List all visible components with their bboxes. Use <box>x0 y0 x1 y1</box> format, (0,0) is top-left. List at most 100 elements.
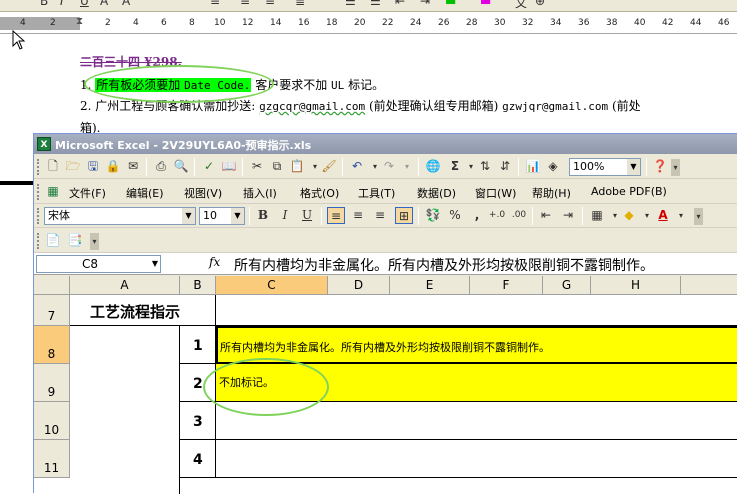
column-header-h[interactable]: H <box>591 276 681 295</box>
column-header-g[interactable]: G <box>543 276 591 295</box>
menu-edit[interactable]: 编辑(E) <box>126 185 164 201</box>
menu-view[interactable]: 视图(V) <box>184 185 222 201</box>
excel-doc-icon[interactable]: ▦ <box>44 183 62 200</box>
indent-marker-icon[interactable]: ⧗ <box>76 16 83 27</box>
toolbar-options-icon[interactable]: ▾ <box>694 208 703 225</box>
column-header-c[interactable]: C <box>216 276 328 295</box>
word-document[interactable]: 二百三十四 ¥298. 1. 所有板必须要加 Date Code. 客户要求不加… <box>0 35 737 135</box>
font-name-select[interactable]: 宋体 ▼ <box>44 207 196 225</box>
outdent-icon[interactable]: ⇤ <box>395 0 405 8</box>
print-icon[interactable]: ⎙ <box>152 158 170 175</box>
toolbar-options-icon[interactable]: ▾ <box>90 233 99 250</box>
email-link-1[interactable]: gzgcqr@gmail.com <box>259 100 365 113</box>
phonetic-icon[interactable]: 文 <box>515 0 527 11</box>
open-icon[interactable]: 🗁 <box>64 158 82 175</box>
text-color-icon[interactable]: A <box>654 207 672 224</box>
menu-insert[interactable]: 插入(I) <box>243 185 277 201</box>
menu-adobe-pdf[interactable]: Adobe PDF(B) <box>591 185 667 198</box>
cell-c7[interactable] <box>216 295 737 326</box>
permission-icon[interactable]: 🔒 <box>104 158 122 175</box>
formula-input[interactable]: 所有内槽均为非金属化。所有内槽及外形均按极限削铜不露铜制作。 <box>234 255 654 275</box>
menu-format[interactable]: 格式(O) <box>300 185 339 201</box>
bold-button-icon[interactable]: B <box>254 207 272 224</box>
bullets-icon[interactable]: ☰ <box>370 0 381 8</box>
align-right-button-icon[interactable]: ≡ <box>371 207 389 224</box>
column-header-i[interactable] <box>681 276 737 295</box>
zoom-select[interactable]: 100% ▼ <box>569 158 641 176</box>
underline-button-icon[interactable]: U <box>298 207 316 224</box>
align-right-icon[interactable]: ≡ <box>265 0 275 8</box>
column-header-a[interactable]: A <box>70 276 180 295</box>
bold-icon[interactable]: B <box>40 0 48 8</box>
menu-window[interactable]: 窗口(W) <box>475 185 516 201</box>
chevron-down-icon[interactable]: ▼ <box>231 208 244 224</box>
toolbar-grip[interactable] <box>37 233 40 249</box>
excel-app-icon[interactable]: X <box>37 137 51 151</box>
redo-dropdown-icon[interactable]: ▾ <box>398 158 416 175</box>
name-box[interactable]: C8 ▼ <box>36 255 161 273</box>
word-font-color-icon[interactable]: ▬ <box>480 0 491 8</box>
column-header-b[interactable]: B <box>180 276 216 295</box>
save-icon[interactable]: 🖫 <box>84 158 102 175</box>
align-center-button-icon[interactable]: ≡ <box>349 207 367 224</box>
cell-a7[interactable]: 工艺流程指示 <box>70 295 216 326</box>
email-link-2[interactable]: gzwjqr@gmail.com <box>502 100 608 113</box>
cell-c8[interactable]: 所有内槽均为非金属化。所有内槽及外形均按极限削铜不露铜制作。 <box>216 326 737 364</box>
print-preview-icon[interactable]: 🔍 <box>172 158 190 175</box>
research-icon[interactable]: 📖 <box>220 158 238 175</box>
column-header-f[interactable]: F <box>470 276 543 295</box>
font-color-icon[interactable]: A <box>122 0 130 8</box>
cell-b8[interactable]: 1 <box>180 326 216 364</box>
font-size-select[interactable]: 10 ▼ <box>199 207 245 225</box>
help-icon[interactable]: ❓ <box>651 158 669 175</box>
italic-button-icon[interactable]: I <box>276 207 294 224</box>
excel-title-bar[interactable]: X Microsoft Excel - 2V29UYL6A0-预审指示.xls <box>34 134 737 154</box>
drawing-icon[interactable]: ◈ <box>544 158 562 175</box>
menu-file[interactable]: 文件(F) <box>69 185 106 201</box>
fill-color-icon[interactable]: ◆ <box>620 207 638 224</box>
row-header-8[interactable]: 8 <box>34 326 70 364</box>
cell-c9[interactable]: 不加标记。 <box>216 364 737 402</box>
numbering-icon[interactable]: ☰ <box>345 0 356 8</box>
row-header-9[interactable]: 9 <box>34 364 70 402</box>
email-icon[interactable]: ✉ <box>124 158 142 175</box>
spreadsheet-grid[interactable]: A B C D E F G H 7 8 9 10 11 工艺流程指示 1 2 3 <box>34 276 737 494</box>
align-center-icon[interactable]: ≡ <box>240 0 250 8</box>
decrease-indent-icon[interactable]: ⇤ <box>537 207 555 224</box>
indent-icon[interactable]: ⇥ <box>420 0 430 8</box>
percent-icon[interactable]: % <box>446 207 464 224</box>
row-header-11[interactable]: 11 <box>34 440 70 478</box>
increase-decimal-icon[interactable]: +.0 <box>488 207 506 224</box>
convert-to-pdf-icon[interactable]: 📄 <box>44 232 62 249</box>
hyperlink-icon[interactable]: 🌐 <box>424 158 442 175</box>
chart-wizard-icon[interactable]: 📊 <box>524 158 542 175</box>
align-left-button-icon[interactable]: ≡ <box>327 207 345 224</box>
chevron-down-icon[interactable]: ▼ <box>182 208 195 224</box>
sort-ascending-icon[interactable]: ⇅ <box>476 158 494 175</box>
cell-b10[interactable]: 3 <box>180 402 216 440</box>
text-color-dropdown-icon[interactable]: ▾ <box>672 207 690 224</box>
toolbar-grip[interactable] <box>37 159 40 175</box>
word-ruler[interactable]: ⧗ 4 2 2 4 6 8 10 12 14 16 18 20 22 24 26… <box>0 13 737 34</box>
new-icon[interactable]: 🗋 <box>44 158 62 175</box>
increase-indent-icon[interactable]: ⇥ <box>559 207 577 224</box>
line-spacing-icon[interactable]: ≣ <box>295 0 305 8</box>
row-header-10[interactable]: 10 <box>34 402 70 440</box>
italic-icon[interactable]: I <box>60 0 64 8</box>
column-header-e[interactable]: E <box>390 276 470 295</box>
toolbar-grip[interactable] <box>37 184 40 200</box>
cell-b11[interactable]: 4 <box>180 440 216 478</box>
format-painter-icon[interactable]: 🖌 <box>320 158 338 175</box>
borders-icon[interactable]: ▦ <box>588 207 606 224</box>
function-icon[interactable]: fx <box>209 255 220 269</box>
cell-c10[interactable] <box>216 402 737 440</box>
sort-descending-icon[interactable]: ⇵ <box>496 158 514 175</box>
cut-icon[interactable]: ✂ <box>248 158 266 175</box>
decrease-decimal-icon[interactable]: .00 <box>510 207 528 224</box>
copy-icon[interactable]: ⧉ <box>268 158 286 175</box>
column-header-d[interactable]: D <box>328 276 390 295</box>
cell-b9[interactable]: 2 <box>180 364 216 402</box>
toolbar-options-icon[interactable]: ▾ <box>671 159 680 176</box>
undo-icon[interactable]: ↶ <box>348 158 366 175</box>
highlight-icon[interactable]: ▬ <box>445 0 456 8</box>
